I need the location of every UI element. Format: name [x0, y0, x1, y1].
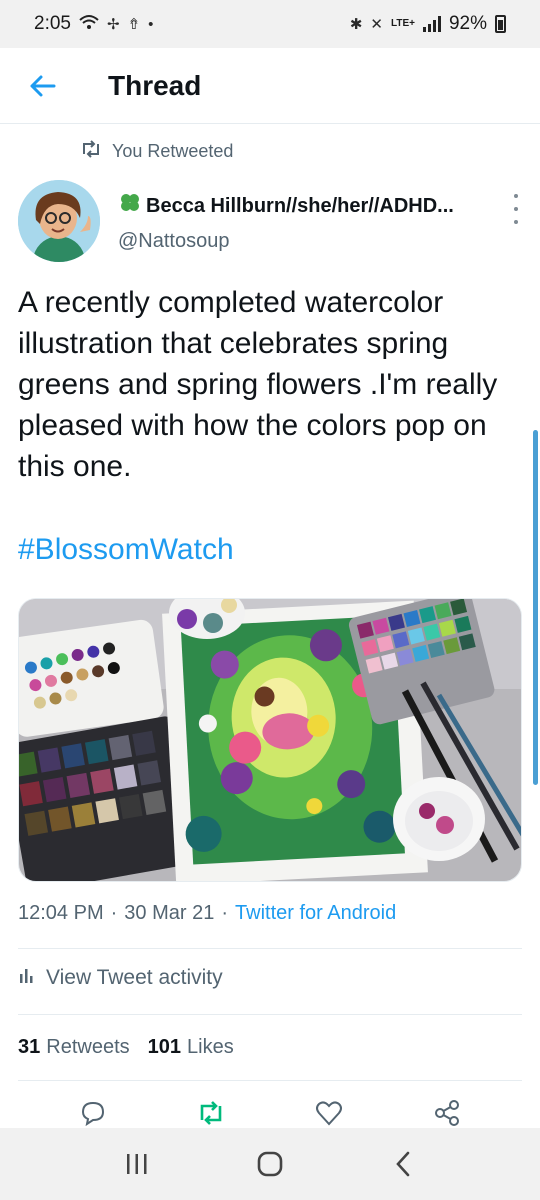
- back-arrow-icon[interactable]: [2, 48, 82, 124]
- battery-level: 92%: [448, 13, 487, 34]
- tweet-source-link[interactable]: Twitter for Android: [235, 902, 396, 925]
- meta-separator: ·: [221, 902, 229, 924]
- author-handle[interactable]: @Nattosoup: [118, 230, 229, 253]
- dot-icon: •: [148, 15, 154, 33]
- system-nav-bar: [0, 1128, 540, 1200]
- retweet-action-icon[interactable]: [191, 1098, 231, 1130]
- status-time: 2:05: [34, 13, 71, 34]
- thread-header: Thread: [0, 48, 540, 124]
- mute-icon: ✕: [370, 16, 383, 33]
- author-name-row[interactable]: Becca Hillburn//she/her//ADHD...: [118, 192, 498, 220]
- author-name: Becca Hillburn//she/her//ADHD...: [146, 194, 454, 217]
- activity-label: View Tweet activity: [46, 966, 223, 989]
- like-icon[interactable]: [309, 1098, 349, 1130]
- retweets-stat[interactable]: 31 Retweets: [18, 1036, 130, 1059]
- view-activity-link[interactable]: View Tweet activity: [18, 966, 223, 990]
- divider: [18, 948, 522, 949]
- page-title: Thread: [108, 69, 202, 101]
- divider: [18, 1080, 522, 1081]
- scrollbar[interactable]: [533, 430, 538, 785]
- tweet-actions: [0, 1098, 540, 1130]
- tweet-meta: 12:04 PM · 30 Mar 21 · Twitter for Andro…: [18, 902, 396, 925]
- retweets-count: 31: [18, 1036, 41, 1058]
- avatar[interactable]: [18, 180, 100, 262]
- upload-icon: ⇮: [127, 16, 141, 33]
- hashtag-link[interactable]: #BlossomWatch: [18, 533, 234, 567]
- retweet-notice[interactable]: You Retweeted: [80, 140, 233, 163]
- divider: [18, 1014, 522, 1015]
- meta-separator: ·: [110, 902, 118, 924]
- clover-icon: [118, 192, 142, 220]
- tweet-text: A recently completed watercolor illustra…: [18, 286, 498, 483]
- tweet-stats: 31 Retweets 101 Likes: [18, 1036, 234, 1059]
- home-icon[interactable]: [240, 1134, 300, 1194]
- status-bar: 2:05 ✢ ⇮ • ✱ ✕ LTE+ 92%: [0, 0, 540, 48]
- activity-icon: [18, 966, 36, 990]
- likes-stat[interactable]: 101 Likes: [148, 1036, 234, 1059]
- tweet-date: 30 Mar 21: [124, 902, 215, 924]
- likes-label: Likes: [187, 1036, 234, 1058]
- bluetooth-icon: ✱: [349, 16, 363, 33]
- wifi-icon: [79, 14, 99, 34]
- network-type: LTE+: [390, 18, 415, 29]
- tweet-image[interactable]: [18, 598, 522, 882]
- more-icon[interactable]: [506, 194, 526, 224]
- retweets-label: Retweets: [46, 1036, 130, 1058]
- battery-icon: [495, 15, 506, 33]
- likes-count: 101: [147, 1036, 181, 1058]
- status-right: ✱ ✕ LTE+ 92%: [350, 13, 506, 35]
- reply-icon[interactable]: [73, 1098, 113, 1130]
- retweet-icon: [80, 140, 102, 163]
- share-icon[interactable]: [427, 1098, 467, 1130]
- status-left: 2:05 ✢ ⇮ •: [34, 13, 153, 35]
- retweet-notice-label: You Retweeted: [112, 141, 234, 161]
- back-icon[interactable]: [373, 1134, 433, 1194]
- recent-apps-icon[interactable]: [107, 1134, 167, 1194]
- fan-icon: ✢: [106, 16, 120, 33]
- tweet-time: 12:04 PM: [18, 902, 104, 924]
- signal-icon: [422, 16, 441, 32]
- tweet-author: Becca Hillburn//she/her//ADHD... @Nattos…: [18, 180, 528, 266]
